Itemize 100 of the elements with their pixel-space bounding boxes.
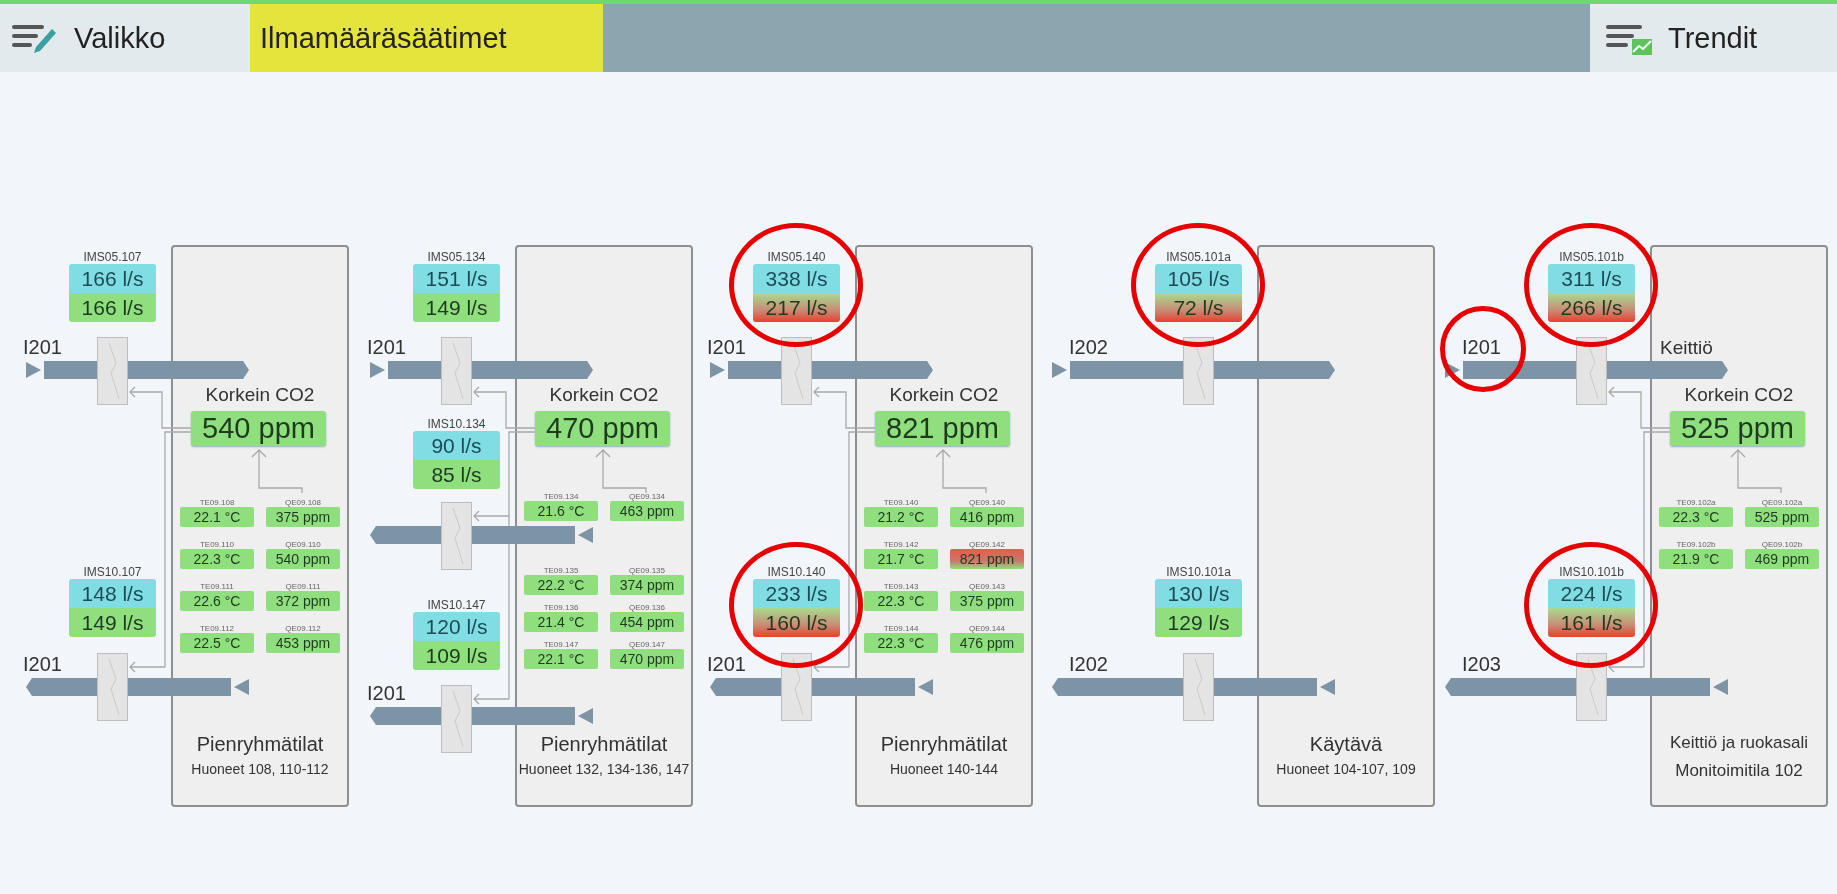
temperature-reading: 21.7 °C	[864, 549, 938, 569]
airflow-value: 266 l/s	[1548, 293, 1635, 322]
temperature-reading: 21.9 °C	[1659, 549, 1733, 569]
menu-button[interactable]: Valikko	[0, 4, 250, 72]
duct-label: I201	[367, 682, 406, 705]
co2-sensor-reading: 470 ppm	[610, 649, 684, 669]
room-name: Pienryhmätilat	[539, 733, 669, 756]
co2-reading: 540 ppm	[191, 411, 326, 446]
duct-label: I201	[23, 336, 62, 359]
duct-label: I202	[1069, 336, 1108, 359]
room-name: Käytävä	[1308, 733, 1384, 756]
setpoint-value: 90 l/s	[413, 431, 500, 460]
sensor-id: TE09.102b	[1676, 540, 1716, 549]
damper-icon	[1576, 653, 1607, 721]
sensor-id: QE09.143	[969, 582, 1005, 591]
sensor-id: TE09.144	[883, 624, 919, 633]
controller-id: IMS05.101b	[1559, 250, 1624, 264]
co2-reading: 525 ppm	[1670, 411, 1805, 446]
setpoint-value: 105 l/s	[1155, 264, 1242, 293]
duct-label: I203	[1462, 653, 1501, 676]
setpoint-value: 311 l/s	[1548, 264, 1635, 293]
damper-icon	[97, 337, 128, 405]
duct-label: I201	[367, 336, 406, 359]
trends-button[interactable]: Trendit	[1590, 4, 1837, 72]
room-numbers: Huoneet 140-144	[888, 761, 1000, 777]
co2-sensor-reading: 540 ppm	[266, 549, 340, 569]
airflow-value: 129 l/s	[1155, 608, 1242, 637]
duct-label: I201	[707, 336, 746, 359]
sensor-id: QE09.136	[629, 603, 665, 612]
sensor-id: QE09.135	[629, 566, 665, 575]
controller-id: IMS10.101b	[1559, 565, 1624, 579]
controller-id: IMS05.107	[83, 250, 142, 264]
room-name: Keittiö ja ruokasali	[1669, 733, 1809, 753]
setpoint-value: 120 l/s	[413, 612, 500, 641]
setpoint-value: 233 l/s	[753, 579, 840, 608]
co2-sensor-reading: 416 ppm	[950, 507, 1024, 527]
sensor-id: QE09.134	[629, 492, 665, 501]
co2-sensor-reading: 375 ppm	[950, 591, 1024, 611]
co2-caption: Korkein CO2	[548, 384, 660, 406]
airflow-value: 85 l/s	[413, 460, 500, 489]
temperature-reading: 22.3 °C	[864, 633, 938, 653]
sensor-id: QE09.102a	[1761, 498, 1803, 507]
room-numbers: Huoneet 104-107, 109	[1275, 761, 1417, 777]
damper-icon	[441, 685, 472, 753]
damper-icon	[97, 653, 128, 721]
temperature-reading: 21.2 °C	[864, 507, 938, 527]
setpoint-value: 338 l/s	[753, 264, 840, 293]
sensor-id: TE09.135	[543, 566, 579, 575]
controller-id: IMS10.107	[83, 565, 142, 579]
airflow-value: 109 l/s	[413, 641, 500, 670]
airflow-value: 149 l/s	[69, 608, 156, 637]
duct-label: I201	[1462, 336, 1501, 359]
airflow-value: 161 l/s	[1548, 608, 1635, 637]
room-name: Pienryhmätilat	[879, 733, 1009, 756]
temperature-reading: 22.6 °C	[180, 591, 254, 611]
controller-id: IMS05.101a	[1166, 250, 1231, 264]
co2-reading: 470 ppm	[535, 411, 670, 446]
airflow-value: 166 l/s	[69, 293, 156, 322]
sensor-id: QE09.140	[969, 498, 1005, 507]
co2-sensor-reading: 454 ppm	[610, 612, 684, 632]
damper-icon	[441, 337, 472, 405]
page-tab[interactable]: Ilmamääräsäätimet	[250, 4, 603, 72]
temperature-reading: 22.3 °C	[180, 549, 254, 569]
setpoint-value: 151 l/s	[413, 264, 500, 293]
controller-id: IMS10.101a	[1166, 565, 1231, 579]
controller-id: IMS05.134	[427, 250, 486, 264]
setpoint-value: 130 l/s	[1155, 579, 1242, 608]
controller-id: IMS10.140	[767, 565, 826, 579]
sensor-id: TE09.112	[199, 624, 235, 633]
sensor-id: QE09.110	[285, 540, 321, 549]
room-numbers: Huoneet 132, 134-136, 147	[517, 761, 691, 777]
airflow-value: 160 l/s	[753, 608, 840, 637]
sensor-id: TE09.108	[199, 498, 235, 507]
co2-sensor-reading: 476 ppm	[950, 633, 1024, 653]
sensor-id: TE09.111	[200, 582, 234, 591]
sensor-id: TE09.134	[543, 492, 579, 501]
co2-sensor-reading: 463 ppm	[610, 501, 684, 521]
sensor-id: QE09.111	[285, 582, 321, 591]
setpoint-value: 166 l/s	[69, 264, 156, 293]
duct-label: I202	[1069, 653, 1108, 676]
temperature-reading: 22.1 °C	[524, 649, 598, 669]
temperature-reading: 22.3 °C	[1659, 507, 1733, 527]
sensor-id: QE09.142	[969, 540, 1005, 549]
sensor-id: TE09.147	[543, 640, 579, 649]
co2-reading: 821 ppm	[875, 411, 1010, 446]
temperature-reading: 21.4 °C	[524, 612, 598, 632]
co2-sensor-reading: 372 ppm	[266, 591, 340, 611]
co2-caption: Korkein CO2	[1683, 384, 1795, 406]
sensor-id: QE09.112	[285, 624, 321, 633]
airflow-value: 149 l/s	[413, 293, 500, 322]
co2-caption: Korkein CO2	[204, 384, 316, 406]
damper-icon	[1183, 337, 1214, 405]
damper-icon	[781, 337, 812, 405]
controller-id: IMS05.140	[767, 250, 826, 264]
co2-sensor-reading: 525 ppm	[1745, 507, 1819, 527]
controller-id: IMS10.134	[427, 417, 486, 431]
co2-sensor-reading: 821 ppm	[950, 549, 1024, 569]
co2-caption: Korkein CO2	[888, 384, 1000, 406]
sensor-id: QE09.102b	[1761, 540, 1803, 549]
sensor-id: QE09.147	[629, 640, 665, 649]
